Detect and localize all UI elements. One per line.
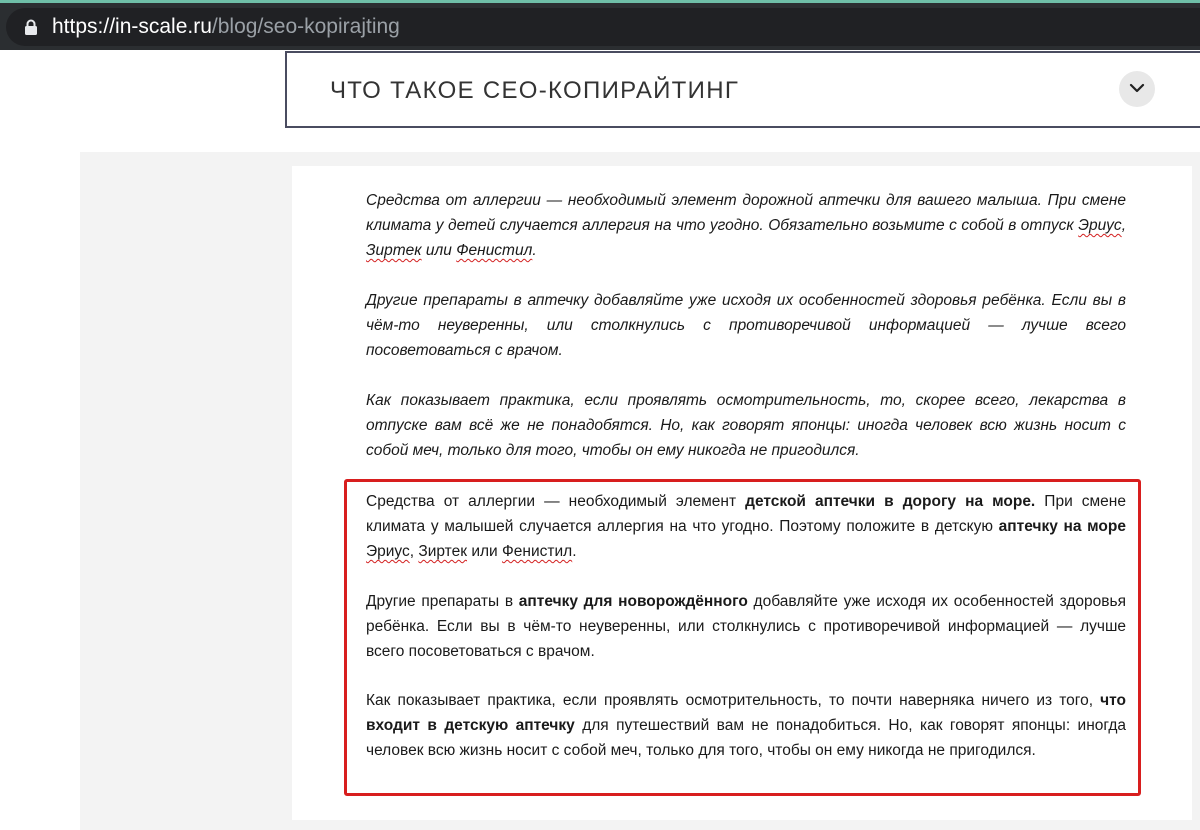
original-paragraph-2: Другие препараты в аптечку добавляйте уж… (366, 292, 1126, 359)
rewritten-paragraph-2: Другие препараты в аптечку для новорождё… (366, 593, 1126, 660)
drug-name: Зиртек (418, 543, 468, 560)
lock-icon[interactable] (24, 19, 38, 35)
url-host: https://in-scale.ru (52, 15, 212, 38)
article-card: Средства от аллергии — необходимый элеме… (292, 166, 1192, 820)
rewritten-paragraph-3: Как показывает практика, если проявлять … (366, 692, 1126, 759)
original-paragraph-3: Как показывает практика, если проявлять … (366, 392, 1126, 459)
accordion-toggle-button[interactable] (1119, 71, 1155, 107)
keyword: аптечку на море (998, 518, 1126, 535)
keyword: аптечку для новорождённого (518, 593, 748, 610)
original-paragraph-1: Средства от аллергии — необходимый элеме… (366, 192, 1126, 259)
accordion-title: ЧТО ТАКОЕ СЕО-КОПИРАЙТИНГ (330, 77, 740, 104)
accordion-header[interactable]: ЧТО ТАКОЕ СЕО-КОПИРАЙТИНГ (285, 51, 1200, 128)
drug-name: Фенистил (456, 242, 533, 259)
url-text[interactable]: https://in-scale.ru/blog/seo-kopirajting (52, 15, 400, 39)
drug-name: Зиртек (366, 242, 422, 259)
address-bar[interactable]: https://in-scale.ru/blog/seo-kopirajting (6, 8, 1200, 46)
rewritten-paragraph-1: Средства от аллергии — необходимый элеме… (366, 493, 1126, 560)
drug-name: Эриус (1078, 217, 1122, 234)
drug-name: Эриус (366, 543, 410, 560)
url-path: /blog/seo-kopirajting (211, 15, 400, 38)
chevron-down-icon (1129, 83, 1145, 93)
keyword: детской аптечки в дорогу на море. (745, 493, 1036, 510)
drug-name: Фенистил (502, 543, 573, 560)
browser-toolbar: https://in-scale.ru/blog/seo-kopirajting (0, 0, 1200, 50)
